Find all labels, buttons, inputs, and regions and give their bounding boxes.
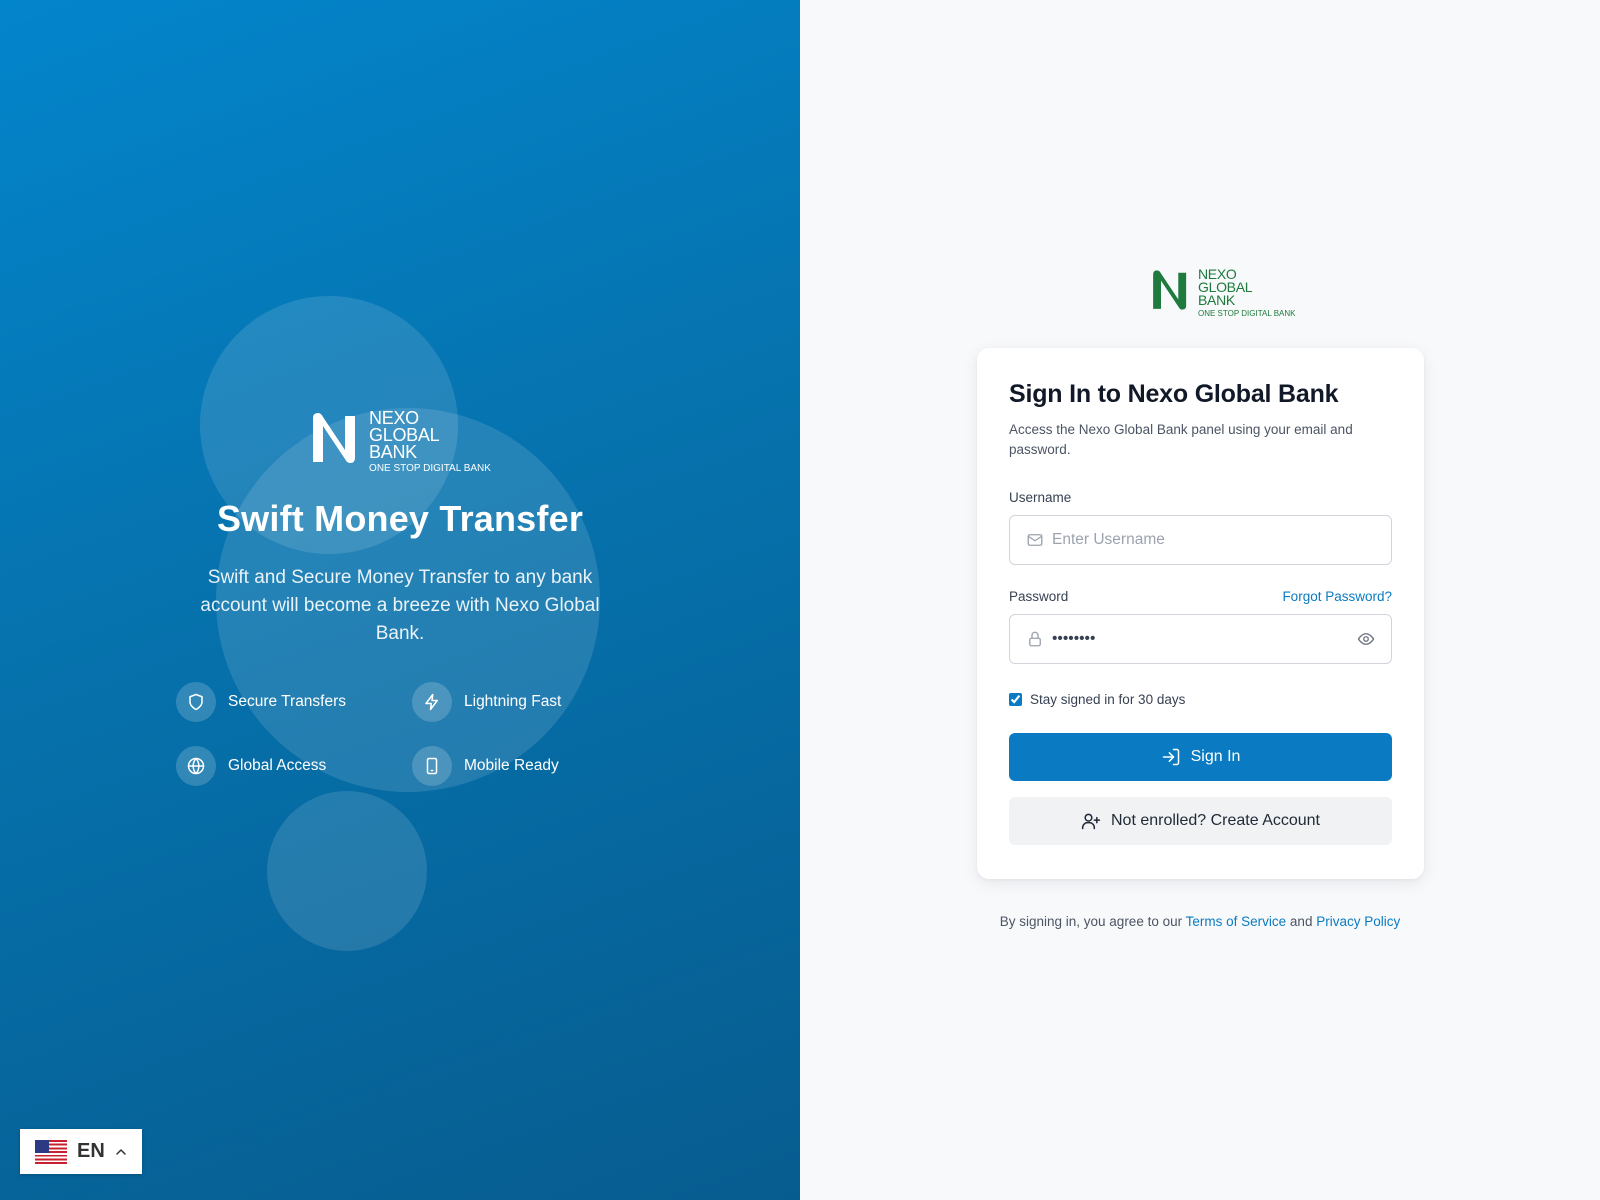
shield-icon <box>176 682 216 722</box>
lock-icon <box>1029 631 1041 647</box>
stay-signed-in[interactable]: Stay signed in for 30 days <box>1009 692 1392 707</box>
hero-panel: NEXO GLOBAL BANK ONE STOP DIGITAL BANK S… <box>0 0 800 1200</box>
us-flag-icon <box>35 1139 67 1164</box>
create-account-label: Not enrolled? Create Account <box>1110 812 1320 829</box>
logo-n-icon <box>313 413 356 463</box>
signin-panel: NEXO GLOBAL BANK ONE STOP DIGITAL BANK S… <box>800 0 1600 1200</box>
hero-title: Swift Money Transfer <box>216 498 584 539</box>
sign-in-label: Sign In <box>1190 748 1241 765</box>
brand-logo: NEXO GLOBAL BANK ONE STOP DIGITAL BANK <box>309 409 491 476</box>
lightning-icon <box>412 682 452 722</box>
logo-text: NEXO GLOBAL BANK ONE STOP DIGITAL BANK <box>1198 267 1296 319</box>
logo-tagline: ONE STOP DIGITAL BANK <box>1198 309 1296 318</box>
username-input[interactable] <box>1052 531 1375 549</box>
feature-secure-transfers: Secure Transfers <box>176 682 412 722</box>
username-label: Username <box>1009 490 1072 505</box>
username-field[interactable] <box>1009 515 1392 565</box>
decorative-bubble <box>267 791 427 951</box>
stay-signed-in-checkbox[interactable] <box>1009 693 1022 706</box>
language-selector[interactable]: EN <box>20 1129 142 1174</box>
chevron-up-icon <box>116 1148 126 1155</box>
legal-and: and <box>1289 914 1313 929</box>
legal-prefix: By signing in, you agree to our <box>999 914 1183 929</box>
forgot-password-link[interactable]: Forgot Password? <box>1282 589 1392 604</box>
stay-signed-in-label: Stay signed in for 30 days <box>1030 692 1186 707</box>
sign-in-button[interactable]: Sign In <box>1009 733 1392 781</box>
feature-label: Mobile Ready <box>464 757 559 774</box>
feature-label: Secure Transfers <box>228 693 347 710</box>
password-input[interactable] <box>1052 630 1349 648</box>
signin-subtitle: Access the Nexo Global Bank panel using … <box>1009 422 1353 457</box>
feature-label: Global Access <box>228 757 327 774</box>
logo-tagline: ONE STOP DIGITAL BANK <box>369 463 491 474</box>
password-label: Password <box>1009 589 1069 604</box>
signin-title: Sign In to Nexo Global Bank <box>1009 380 1339 408</box>
hero-content: NEXO GLOBAL BANK ONE STOP DIGITAL BANK S… <box>0 409 800 648</box>
globe-icon <box>176 746 216 786</box>
mobile-icon <box>412 746 452 786</box>
feature-global-access: Global Access <box>176 746 412 786</box>
username-group: Username <box>1009 490 1392 565</box>
password-group: Password Forgot Password? <box>1009 589 1392 664</box>
password-field[interactable] <box>1009 614 1392 664</box>
terms-of-service-link[interactable]: Terms of Service <box>1186 914 1287 929</box>
feature-label: Lightning Fast <box>464 693 562 710</box>
privacy-policy-link[interactable]: Privacy Policy <box>1316 914 1400 929</box>
logo-text: NEXO GLOBAL BANK ONE STOP DIGITAL BANK <box>369 409 491 476</box>
eye-icon[interactable] <box>1357 630 1375 648</box>
language-code: EN <box>77 1140 105 1162</box>
feature-list: Secure Transfers Lightning Fast Global A… <box>176 682 616 786</box>
hero-description: Swift and Secure Money Transfer to any b… <box>200 567 600 644</box>
create-account-button[interactable]: Not enrolled? Create Account <box>1009 797 1392 845</box>
brand-logo: NEXO GLOBAL BANK ONE STOP DIGITAL BANK <box>1150 267 1296 319</box>
logo-n-icon <box>1153 270 1187 310</box>
legal-notice: By signing in, you agree to our Terms of… <box>800 914 1600 929</box>
brand-logo-mark: NEXO GLOBAL BANK ONE STOP DIGITAL BANK <box>1150 267 1296 319</box>
logo-name-line: BANK <box>1198 292 1235 308</box>
feature-mobile-ready: Mobile Ready <box>412 746 616 786</box>
feature-lightning-fast: Lightning Fast <box>412 682 616 722</box>
mail-icon <box>1027 534 1043 546</box>
password-label-row: Password Forgot Password? <box>1009 589 1392 604</box>
logo-name-line: BANK <box>369 442 417 462</box>
user-plus-icon <box>1081 813 1101 830</box>
signin-card: Sign In to Nexo Global Bank Access the N… <box>977 348 1424 879</box>
login-icon <box>1162 748 1179 766</box>
